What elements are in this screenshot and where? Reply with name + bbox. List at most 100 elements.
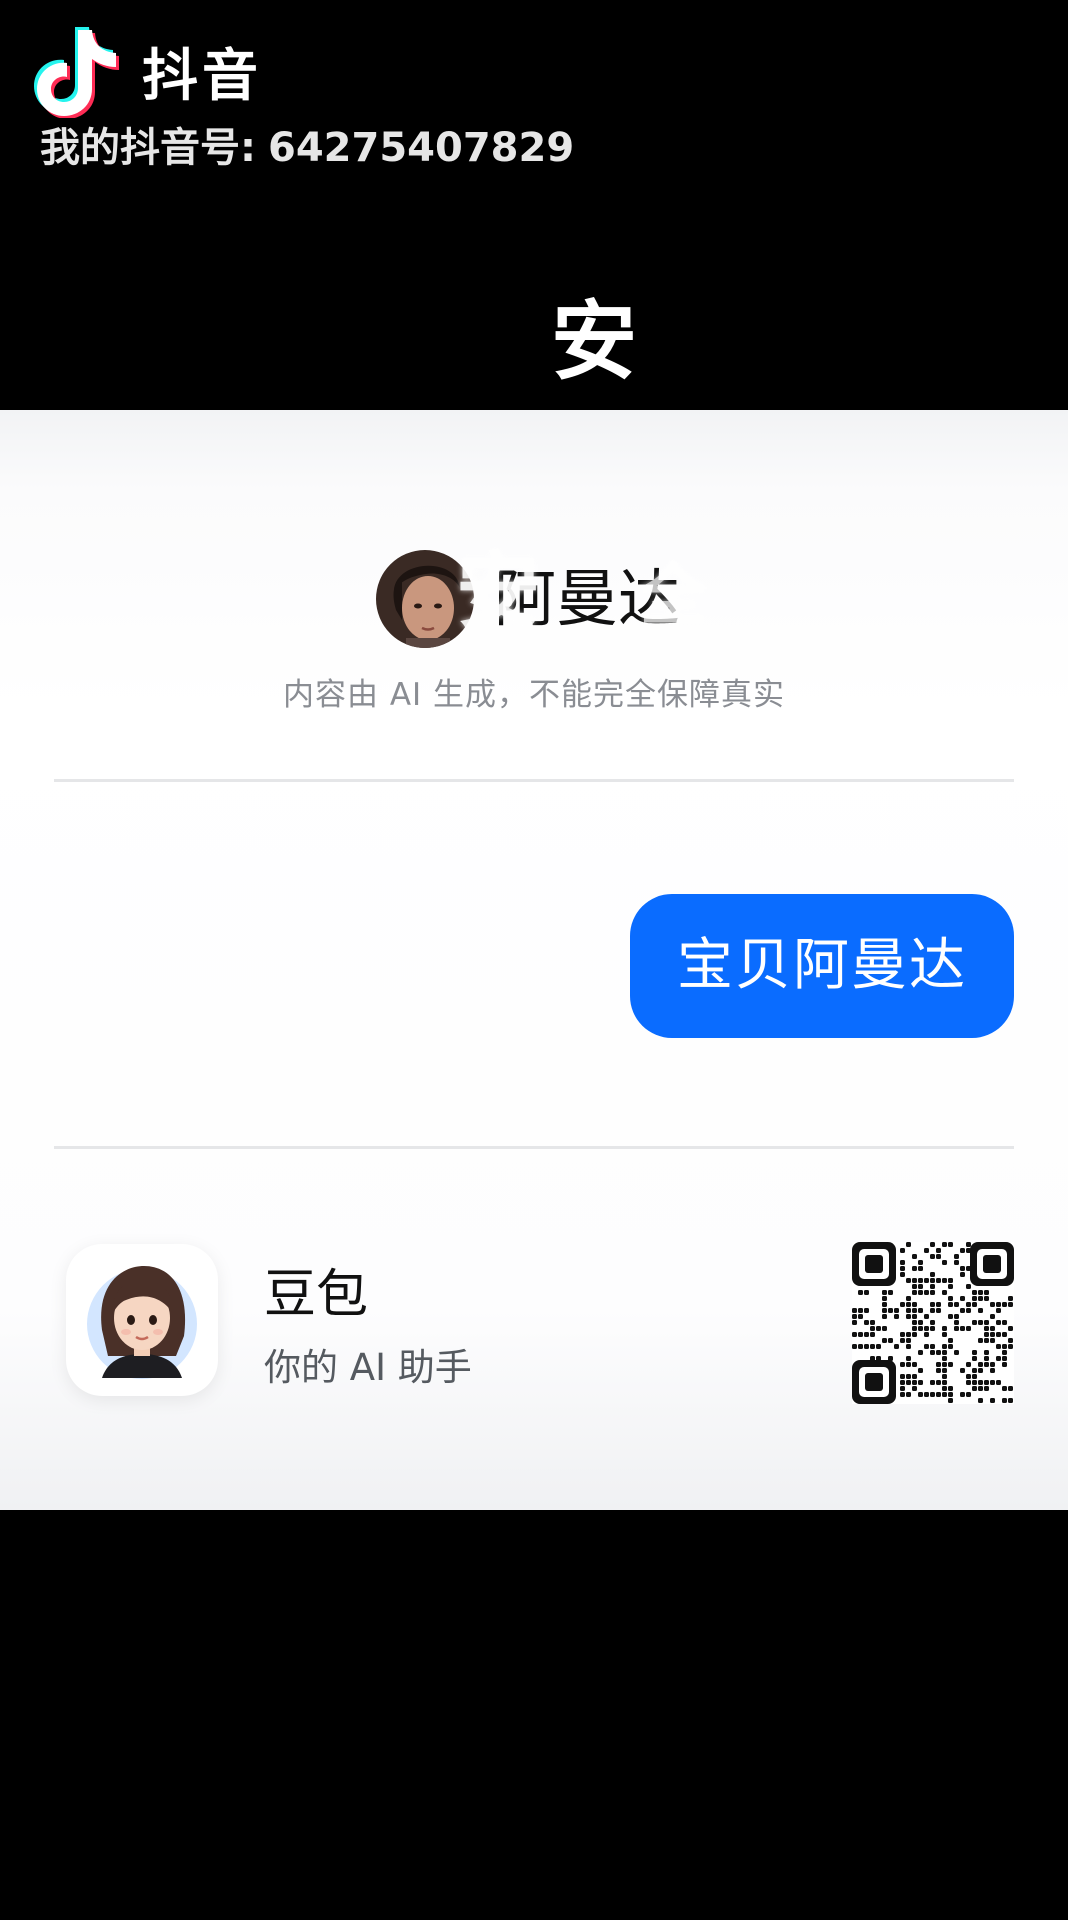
qr-module bbox=[990, 1368, 995, 1373]
qr-module bbox=[948, 1398, 953, 1403]
qr-module bbox=[978, 1296, 983, 1301]
qr-module bbox=[936, 1278, 941, 1283]
qr-module bbox=[984, 1386, 989, 1391]
qr-module bbox=[912, 1302, 917, 1307]
qr-module bbox=[924, 1314, 929, 1319]
qr-module bbox=[972, 1374, 977, 1379]
qr-module bbox=[900, 1362, 905, 1367]
qr-module bbox=[942, 1350, 947, 1355]
qr-module bbox=[972, 1368, 977, 1373]
qr-module bbox=[948, 1278, 953, 1283]
qr-module bbox=[966, 1302, 971, 1307]
app-tagline: 你的 AI 助手 bbox=[264, 1346, 472, 1389]
user-message-bubble[interactable]: 宝贝阿曼达 bbox=[630, 894, 1014, 1038]
qr-module bbox=[930, 1392, 935, 1397]
qr-module bbox=[954, 1314, 959, 1319]
qr-module bbox=[972, 1302, 977, 1307]
qr-module bbox=[978, 1380, 983, 1385]
qr-module bbox=[912, 1308, 917, 1313]
qr-module bbox=[942, 1242, 947, 1247]
qr-module bbox=[930, 1326, 935, 1331]
qr-module bbox=[954, 1350, 959, 1355]
qr-module bbox=[1008, 1326, 1013, 1331]
qr-module bbox=[906, 1344, 911, 1349]
qr-module bbox=[966, 1242, 971, 1247]
qr-code-icon[interactable] bbox=[852, 1242, 1014, 1404]
qr-module bbox=[930, 1380, 935, 1385]
qr-module bbox=[930, 1302, 935, 1307]
qr-module bbox=[942, 1362, 947, 1367]
qr-module bbox=[930, 1254, 935, 1259]
qr-module bbox=[900, 1302, 905, 1307]
qr-module bbox=[978, 1290, 983, 1295]
qr-module bbox=[918, 1326, 923, 1331]
qr-module bbox=[948, 1344, 953, 1349]
qr-module bbox=[882, 1338, 887, 1343]
qr-module bbox=[912, 1386, 917, 1391]
video-caption: 安 bbox=[551, 292, 637, 392]
qr-module bbox=[906, 1242, 911, 1247]
qr-module bbox=[966, 1326, 971, 1331]
qr-module bbox=[900, 1380, 905, 1385]
douyin-brand-text: 抖音 bbox=[142, 44, 262, 109]
qr-module bbox=[912, 1326, 917, 1331]
qr-module bbox=[900, 1248, 905, 1253]
qr-module bbox=[906, 1332, 911, 1337]
qr-module bbox=[948, 1284, 953, 1289]
video-frame: 抖音 我的抖音号: 64275407829 安 阿曼达 安 全 内容由 AI 生… bbox=[0, 0, 1068, 1920]
qr-module bbox=[906, 1356, 911, 1361]
qr-module bbox=[996, 1356, 1001, 1361]
qr-module bbox=[918, 1380, 923, 1385]
qr-module bbox=[1008, 1296, 1013, 1301]
doubao-app-icon bbox=[66, 1244, 218, 1396]
qr-module bbox=[996, 1308, 1001, 1313]
qr-module bbox=[984, 1362, 989, 1367]
qr-module bbox=[942, 1356, 947, 1361]
qr-module bbox=[972, 1320, 977, 1325]
qr-module bbox=[990, 1314, 995, 1319]
qr-module bbox=[906, 1308, 911, 1313]
qr-module bbox=[966, 1362, 971, 1367]
qr-module bbox=[960, 1326, 965, 1331]
qr-module bbox=[852, 1344, 857, 1349]
qr-module bbox=[888, 1290, 893, 1295]
qr-module bbox=[954, 1320, 959, 1325]
qr-module bbox=[924, 1278, 929, 1283]
qr-module bbox=[954, 1326, 959, 1331]
qr-module bbox=[972, 1350, 977, 1355]
qr-module bbox=[954, 1254, 959, 1259]
qr-module bbox=[852, 1332, 857, 1337]
qr-module bbox=[900, 1338, 905, 1343]
qr-module bbox=[900, 1332, 905, 1337]
douyin-logo-icon bbox=[34, 27, 119, 118]
qr-module bbox=[858, 1308, 863, 1313]
qr-module bbox=[912, 1374, 917, 1379]
qr-module bbox=[942, 1392, 947, 1397]
qr-module bbox=[936, 1362, 941, 1367]
qr-module bbox=[966, 1374, 971, 1379]
qr-module bbox=[942, 1260, 947, 1265]
qr-module bbox=[864, 1308, 869, 1313]
qr-module bbox=[1002, 1302, 1007, 1307]
divider bbox=[54, 1146, 1014, 1149]
qr-module bbox=[918, 1290, 923, 1295]
qr-module bbox=[852, 1308, 857, 1313]
qr-module bbox=[978, 1368, 983, 1373]
qr-module bbox=[948, 1242, 953, 1247]
divider bbox=[54, 779, 1014, 782]
qr-module bbox=[870, 1326, 875, 1331]
qr-module bbox=[900, 1374, 905, 1379]
qr-module bbox=[876, 1326, 881, 1331]
qr-module bbox=[966, 1284, 971, 1289]
qr-module bbox=[972, 1386, 977, 1391]
qr-module bbox=[912, 1278, 917, 1283]
qr-module bbox=[948, 1362, 953, 1367]
qr-module bbox=[984, 1356, 989, 1361]
qr-module bbox=[864, 1344, 869, 1349]
qr-module bbox=[978, 1338, 983, 1343]
qr-module bbox=[960, 1248, 965, 1253]
qr-module bbox=[1002, 1344, 1007, 1349]
ai-disclaimer: 内容由 AI 生成，不能完全保障真实 bbox=[282, 677, 786, 713]
douyin-id: 我的抖音号: 64275407829 bbox=[40, 120, 574, 176]
qr-module bbox=[930, 1308, 935, 1313]
